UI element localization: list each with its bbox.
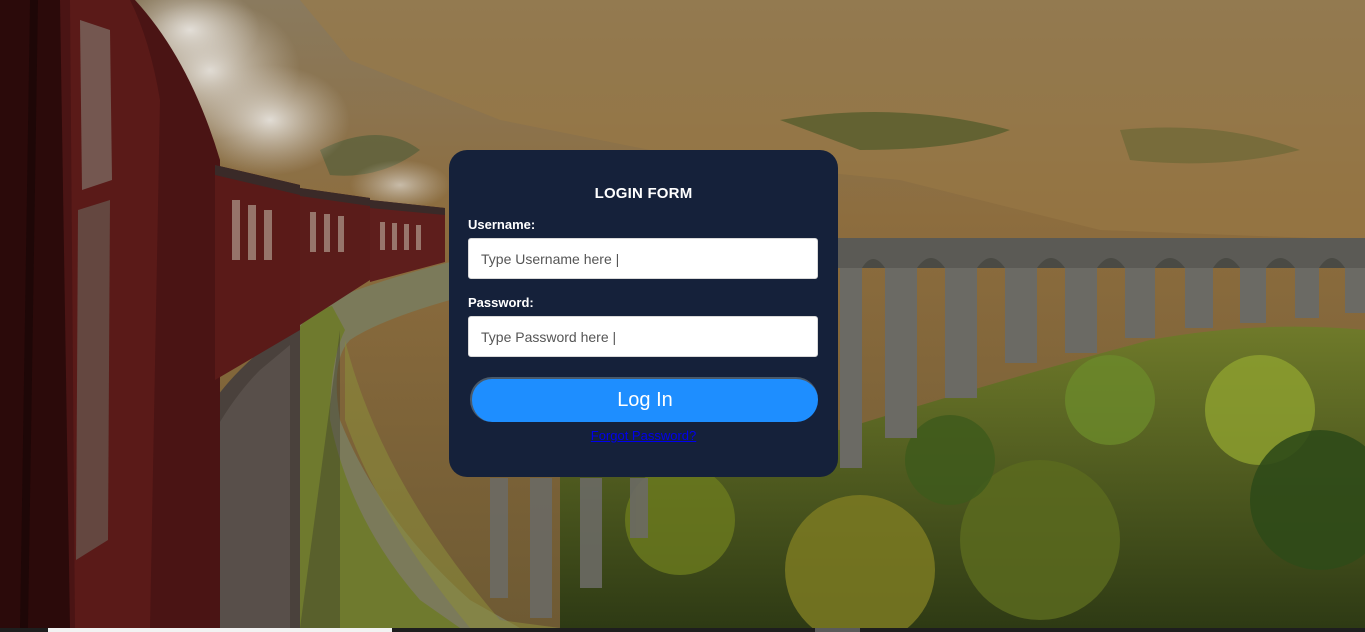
password-input[interactable]	[468, 316, 818, 357]
login-form-title: LOGIN FORM	[594, 185, 693, 202]
password-label: Password:	[468, 295, 534, 310]
forgot-password-link[interactable]: Forgot Password?	[449, 428, 838, 443]
scrollbar-thumb[interactable]	[815, 628, 860, 632]
login-card: LOGIN FORM Username: Password: Log In Fo…	[449, 150, 838, 477]
scrollbar-segment	[48, 628, 392, 632]
username-input[interactable]	[468, 238, 818, 279]
login-button[interactable]: Log In	[470, 377, 818, 422]
username-label: Username:	[468, 217, 536, 232]
login-page: LOGIN FORM Username: Password: Log In Fo…	[0, 0, 1365, 632]
